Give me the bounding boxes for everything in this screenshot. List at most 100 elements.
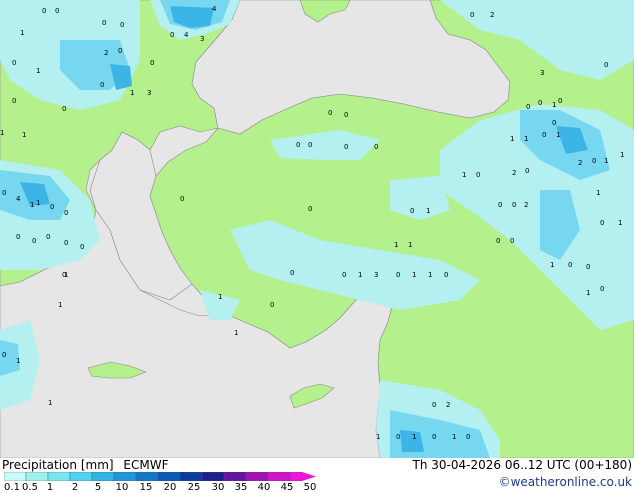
precip-value: 0 xyxy=(308,205,312,213)
credit-label: ©weatheronline.co.uk xyxy=(498,475,632,489)
legend-tick-label: 35 xyxy=(234,482,248,493)
precip-value: 0 xyxy=(600,285,604,293)
precip-value: 0 xyxy=(342,271,346,279)
precip-value: 1 xyxy=(16,357,20,365)
precip-value: 0 xyxy=(476,171,480,179)
legend-tick-label: 0.5 xyxy=(22,482,38,493)
precip-value: 0 xyxy=(525,167,529,175)
legend-swatch xyxy=(267,472,291,481)
precip-value: 0 xyxy=(432,433,436,441)
legend-tick-label: 20 xyxy=(163,482,177,493)
precip-value: 1 xyxy=(412,433,416,441)
legend-tick-label: 2 xyxy=(71,482,79,493)
precip-value: 1 xyxy=(358,271,362,279)
precip-value: 0 xyxy=(170,31,174,39)
precip-value: 1 xyxy=(510,135,514,143)
precip-value: 0 xyxy=(2,351,6,359)
precip-value: 0 xyxy=(290,269,294,277)
legend-tick-label: 30 xyxy=(211,482,225,493)
legend-swatch xyxy=(157,472,181,481)
precip-value: 0 xyxy=(496,237,500,245)
precip-value: 0 xyxy=(270,301,274,309)
precip-value: 1 xyxy=(618,219,622,227)
precip-value: 0 xyxy=(396,433,400,441)
precip-value: 2 xyxy=(512,169,516,177)
precip-value: 0 xyxy=(526,103,530,111)
precip-value: 0 xyxy=(120,21,124,29)
precip-value: 0 xyxy=(328,109,332,117)
precip-value: 0 xyxy=(396,271,400,279)
precip-value: 1 xyxy=(556,131,560,139)
precip-value: 0 xyxy=(42,7,46,15)
precip-value: 1 xyxy=(550,261,554,269)
precip-value: 0 xyxy=(552,119,556,127)
precip-value: 0 xyxy=(150,59,154,67)
precip-value: 2 xyxy=(524,201,528,209)
precip-value: 0 xyxy=(2,189,6,197)
legend-swatch xyxy=(47,472,71,481)
precip-value: 0 xyxy=(344,111,348,119)
precip-value: 0 xyxy=(308,141,312,149)
precipitation-map: 0 0 1 0 2 0 0 4 4 3 0 1 0 0 0 1 3 0 0 1 0 0 0 0 0 0 3 0 0 1 0 1 1 0 1 0 2 0 1 1… xyxy=(0,0,634,458)
precip-legend-bar xyxy=(4,472,316,481)
precip-value: 0 xyxy=(604,61,608,69)
precip-value: 0 xyxy=(466,433,470,441)
precip-value: 4 xyxy=(184,31,189,39)
precip-value: 0 xyxy=(600,219,604,227)
precip-value: 3 xyxy=(374,271,378,279)
precip-value: 0 xyxy=(180,195,184,203)
legend-tick-label: 1 xyxy=(46,482,54,493)
precip-value: 3 xyxy=(147,89,151,97)
legend-tick-label: 45 xyxy=(280,482,294,493)
precip-value: 1 xyxy=(36,67,40,75)
precip-value: 0 xyxy=(46,233,50,241)
precip-value: 1 xyxy=(412,271,416,279)
precip-value: 1 xyxy=(20,29,24,37)
precip-value: 1 xyxy=(30,201,34,209)
legend-swatch xyxy=(223,472,247,481)
precip-value: 0 xyxy=(32,237,36,245)
precip-value: 1 xyxy=(0,129,4,137)
datetime-label: Th 30-04-2026 06..12 UTC (00+180) xyxy=(412,458,632,472)
precip-value: 1 xyxy=(604,157,608,165)
legend-swatch xyxy=(69,472,93,481)
precip-value: 0 xyxy=(102,19,106,27)
legend-swatch xyxy=(91,472,115,481)
precip-value: 0 xyxy=(510,237,514,245)
precip-value: 4 xyxy=(16,195,21,203)
precip-value: 0 xyxy=(80,243,84,251)
precip-value: 1 xyxy=(620,151,624,159)
precip-value: 1 xyxy=(586,289,590,297)
legend-tick-label: 25 xyxy=(187,482,201,493)
precip-value: 1 xyxy=(234,329,238,337)
precip-value: 1 xyxy=(36,199,40,207)
legend-swatch xyxy=(245,472,269,481)
legend-swatch xyxy=(135,472,159,481)
precip-value: 1 xyxy=(596,189,600,197)
legend-tick-label: 10 xyxy=(115,482,129,493)
model-name: ECMWF xyxy=(123,458,169,472)
precip-value: 2 xyxy=(490,11,494,19)
precip-value: 3 xyxy=(200,35,204,43)
precip-value: 1 xyxy=(58,301,62,309)
precip-value: 0 xyxy=(558,97,562,105)
precip-value: 0 xyxy=(62,271,66,279)
precip-value: 1 xyxy=(376,433,380,441)
precip-value: 2 xyxy=(446,401,450,409)
legend-title-text: Precipitation [mm] xyxy=(2,458,114,472)
precip-value: 0 xyxy=(444,271,448,279)
legend-tick-label: 0.1 xyxy=(4,482,20,493)
precip-value: 0 xyxy=(374,143,378,151)
precip-value: 0 xyxy=(12,59,16,67)
precip-value: 0 xyxy=(16,233,20,241)
precip-value: 0 xyxy=(592,157,596,165)
precip-value: 1 xyxy=(48,399,52,407)
precip-value: 1 xyxy=(524,135,528,143)
precip-value: 1 xyxy=(394,241,398,249)
precip-value: 1 xyxy=(408,241,412,249)
precip-value: 1 xyxy=(462,171,466,179)
precip-value: 0 xyxy=(410,207,414,215)
precip-value: 0 xyxy=(470,11,474,19)
legend-swatch xyxy=(25,472,49,481)
legend-tick-label: 5 xyxy=(94,482,102,493)
